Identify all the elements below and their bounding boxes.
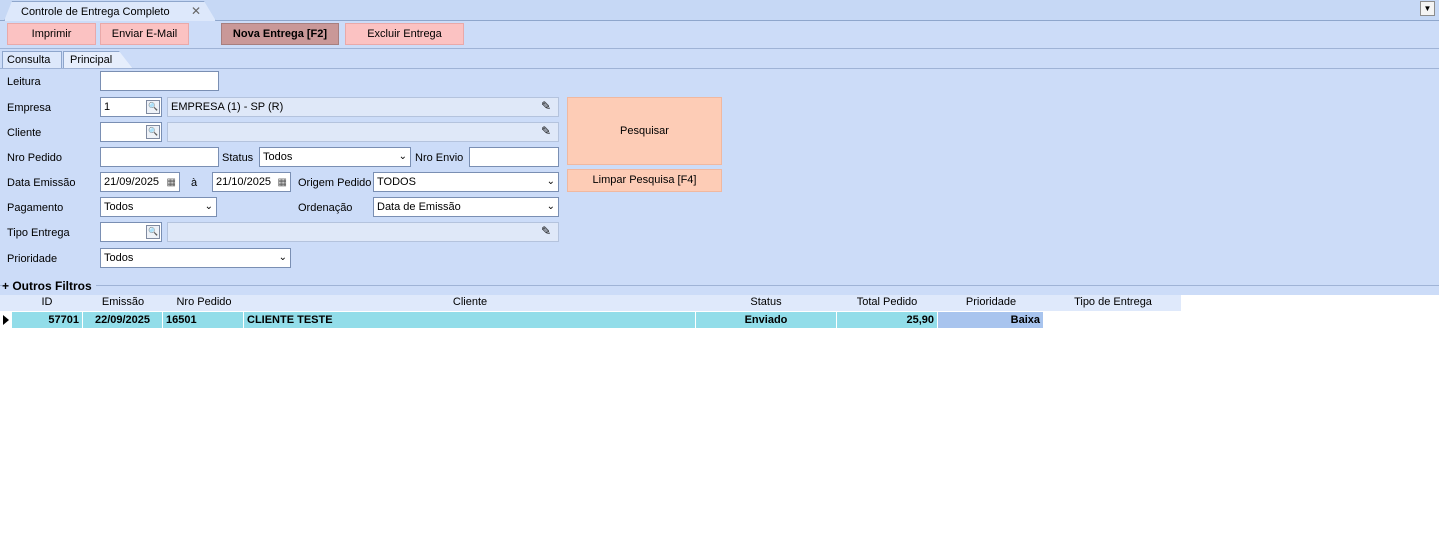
column-header-prioridade[interactable]: Prioridade (938, 296, 1044, 308)
cell-emissao[interactable]: 22/09/2025 (83, 312, 163, 328)
cell-tipo-entrega[interactable] (1044, 312, 1181, 328)
ordenacao-label: Ordenação (298, 202, 353, 214)
cell-id[interactable]: 57701 (12, 312, 83, 328)
close-icon[interactable]: ✕ (191, 4, 201, 18)
print-button[interactable]: Imprimir (7, 23, 96, 45)
chevron-down-icon: ⌄ (398, 151, 407, 162)
prioridade-value: Todos (104, 252, 134, 264)
row-indicator-icon (3, 315, 9, 325)
tab-menu-chevron-down-icon[interactable]: ▼ (1420, 1, 1435, 16)
tab-consulta[interactable]: Consulta (2, 51, 62, 69)
origem-pedido-select[interactable]: TODOS ⌄ (373, 172, 559, 192)
date-from-value: 21/09/2025 (104, 176, 160, 188)
column-header-id[interactable]: ID (12, 296, 82, 308)
tab-controle-entrega[interactable]: Controle de Entrega Completo ✕ (4, 1, 216, 21)
leitura-input[interactable] (100, 71, 219, 91)
cell-prioridade[interactable]: Baixa (938, 312, 1044, 328)
send-email-button[interactable]: Enviar E-Mail (100, 23, 189, 45)
pagamento-select[interactable]: Todos ⌄ (100, 197, 217, 217)
tipo-entrega-label: Tipo Entrega (7, 227, 70, 239)
column-header-status[interactable]: Status (696, 296, 836, 308)
empresa-label: Empresa (7, 102, 52, 114)
data-emissao-label: Data Emissão (7, 177, 76, 189)
delete-delivery-button[interactable]: Excluir Entrega (345, 23, 464, 45)
ordenacao-select[interactable]: Data de Emissão ⌄ (373, 197, 559, 217)
grid-header: ID Emissão Nro Pedido Cliente Status Tot… (0, 295, 1181, 311)
cell-nro-pedido[interactable]: 16501 (163, 312, 244, 328)
date-to-input[interactable]: 21/10/2025 ▦ (212, 172, 291, 192)
table-row[interactable]: 57701 22/09/2025 16501 CLIENTE TESTE Env… (0, 312, 1181, 328)
tab-title: Controle de Entrega Completo (21, 6, 170, 18)
status-value: Todos (263, 151, 293, 163)
outros-filtros-divider (0, 285, 1439, 286)
chevron-down-icon: ⌄ (278, 252, 287, 263)
column-header-emissao[interactable]: Emissão (84, 296, 162, 308)
empresa-search-icon[interactable]: 🔍 (146, 100, 160, 114)
nro-envio-label: Nro Envio (415, 152, 464, 164)
chevron-down-icon: ⌄ (204, 201, 213, 212)
origem-pedido-label: Origem Pedido (298, 177, 372, 189)
status-select[interactable]: Todos ⌄ (259, 147, 411, 167)
prioridade-select[interactable]: Todos ⌄ (100, 248, 291, 268)
cliente-search-icon[interactable]: 🔍 (146, 125, 160, 139)
tab-principal[interactable]: Principal (63, 51, 133, 69)
cliente-name-field (167, 122, 559, 142)
leitura-label: Leitura (7, 76, 41, 88)
clear-search-button[interactable]: Limpar Pesquisa [F4] (567, 169, 722, 192)
cliente-label: Cliente (7, 127, 42, 139)
empresa-name-field: EMPRESA (1) - SP (R) (167, 97, 559, 117)
nro-envio-input[interactable] (469, 147, 559, 167)
empresa-edit-pencil-icon[interactable]: ✎ (541, 99, 551, 113)
pagamento-value: Todos (104, 201, 134, 213)
date-from-input[interactable]: 21/09/2025 ▦ (100, 172, 180, 192)
chevron-down-icon: ⌄ (546, 201, 555, 212)
search-button[interactable]: Pesquisar (567, 97, 722, 165)
new-delivery-button[interactable]: Nova Entrega [F2] (221, 23, 339, 45)
toolbar-divider (0, 48, 1439, 49)
outros-filtros-toggle[interactable]: + Outros Filtros (2, 279, 96, 293)
document-tab-strip: Controle de Entrega Completo ✕ ▼ (0, 0, 1439, 21)
nro-pedido-input[interactable] (100, 147, 219, 167)
subtab-divider (0, 68, 1439, 69)
empresa-code: 1 (104, 101, 111, 113)
cell-cliente[interactable]: CLIENTE TESTE (244, 312, 696, 328)
tipo-entrega-name-field (167, 222, 559, 242)
date-separator: à (191, 177, 198, 189)
origem-value: TODOS (377, 176, 416, 188)
column-header-nro-pedido[interactable]: Nro Pedido (164, 296, 244, 308)
cell-total[interactable]: 25,90 (837, 312, 938, 328)
tipo-entrega-search-icon[interactable]: 🔍 (146, 225, 160, 239)
nro-pedido-label: Nro Pedido (7, 152, 63, 164)
status-label: Status (222, 152, 254, 164)
tipo-entrega-edit-pencil-icon[interactable]: ✎ (541, 224, 551, 238)
column-header-tipo-entrega[interactable]: Tipo de Entrega (1045, 296, 1181, 308)
column-header-total[interactable]: Total Pedido (837, 296, 937, 308)
calendar-icon[interactable]: ▦ (167, 174, 176, 192)
filter-panel: Imprimir Enviar E-Mail Nova Entrega [F2]… (0, 21, 1439, 295)
prioridade-label: Prioridade (7, 253, 58, 265)
ordenacao-value: Data de Emissão (377, 201, 461, 213)
pagamento-label: Pagamento (7, 202, 64, 214)
calendar-icon[interactable]: ▦ (278, 174, 287, 192)
date-to-value: 21/10/2025 (216, 176, 272, 188)
column-header-cliente[interactable]: Cliente (245, 296, 695, 308)
cliente-edit-pencil-icon[interactable]: ✎ (541, 124, 551, 138)
cell-status[interactable]: Enviado (696, 312, 837, 328)
chevron-down-icon: ⌄ (546, 176, 555, 187)
